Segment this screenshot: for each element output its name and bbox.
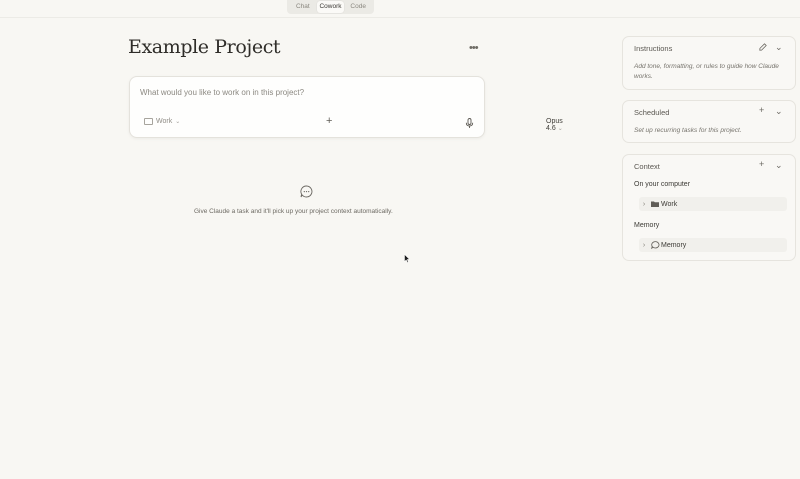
chevron-right-icon: ›: [642, 200, 646, 208]
memory-icon: [649, 241, 661, 249]
chat-bubble-icon: [300, 185, 313, 203]
composer: Work ⌄ + Opus 4.6 ⌄: [129, 76, 563, 138]
context-folder-work[interactable]: › Work: [639, 197, 787, 211]
top-bar: [0, 0, 800, 18]
instructions-title: Instructions: [634, 44, 673, 53]
context-folder-label: Work: [661, 200, 678, 208]
model-selector-button[interactable]: Opus 4.6 ⌄: [546, 118, 563, 132]
tab-code[interactable]: Code: [344, 1, 372, 13]
context-memory-label: Memory: [661, 241, 687, 249]
instructions-description: Add tone, formatting, or rules to guide …: [634, 63, 779, 80]
collapse-scheduled-button[interactable]: ⌄: [775, 106, 783, 117]
plus-icon: +: [759, 159, 765, 169]
task-input[interactable]: [140, 88, 470, 97]
tab-chat[interactable]: Chat: [289, 1, 317, 13]
collapse-context-button[interactable]: ⌄: [775, 160, 783, 171]
scheduled-panel: Scheduled + ⌄ Set up recurring tasks for…: [622, 100, 796, 143]
context-title: Context: [634, 162, 660, 171]
scheduled-title: Scheduled: [634, 108, 670, 117]
chevron-down-icon: ⌄: [175, 119, 181, 125]
chevron-down-icon: ⌄: [775, 42, 783, 52]
plus-icon: +: [759, 105, 765, 115]
scheduled-description: Set up recurring tasks for this project.: [634, 127, 742, 134]
add-attachment-button[interactable]: +: [326, 115, 332, 127]
chevron-down-icon: ⌄: [775, 106, 783, 116]
instructions-panel: Instructions ⌄ Add tone, formatting, or …: [622, 36, 796, 90]
folder-icon: [144, 118, 153, 125]
context-panel: Context + ⌄ On your computer › Work Memo…: [622, 154, 796, 261]
chevron-down-icon: ⌄: [557, 126, 563, 132]
add-scheduled-button[interactable]: +: [759, 105, 764, 115]
add-context-button[interactable]: +: [759, 159, 764, 169]
folder-icon: [649, 201, 661, 207]
pencil-icon: [759, 43, 767, 51]
folder-label: Work: [156, 118, 173, 125]
empty-state-text: Give Claude a task and it'll pick up you…: [194, 208, 393, 215]
computer-heading: On your computer: [634, 181, 691, 188]
project-title: Example Project: [128, 36, 281, 58]
context-memory-item[interactable]: › Memory: [639, 238, 787, 252]
more-horizontal-icon: •••: [469, 42, 479, 54]
plus-icon: +: [326, 115, 333, 127]
folder-selector-button[interactable]: Work ⌄: [144, 118, 180, 125]
more-options-button[interactable]: •••: [469, 42, 479, 54]
mouse-cursor-icon: [404, 250, 411, 268]
collapse-instructions-button[interactable]: ⌄: [775, 42, 783, 53]
memory-heading: Memory: [634, 222, 660, 229]
microphone-icon: [465, 118, 474, 128]
chevron-down-icon: ⌄: [775, 160, 783, 170]
edit-instructions-button[interactable]: [759, 43, 767, 53]
tab-cowork[interactable]: Cowork: [316, 1, 345, 13]
microphone-button[interactable]: [465, 116, 474, 134]
chevron-right-icon: ›: [642, 241, 646, 249]
mode-switch: Chat Cowork Code: [287, 0, 374, 14]
